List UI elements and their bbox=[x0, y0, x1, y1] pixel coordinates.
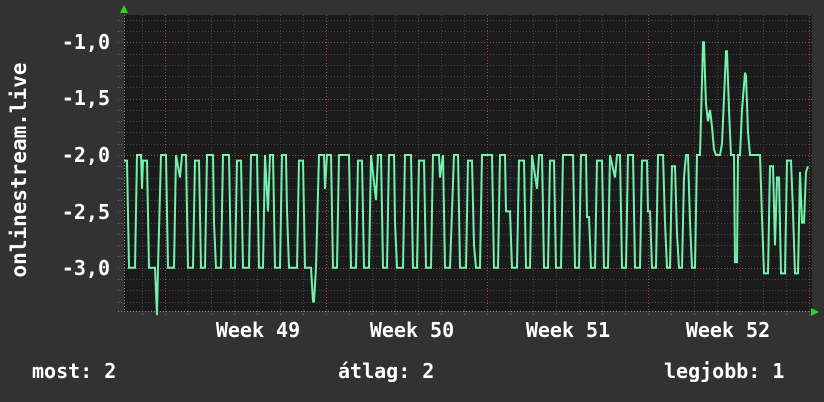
x-tick-label-week50: Week 50 bbox=[369, 318, 455, 342]
y-tick-label: -2,0 bbox=[61, 143, 110, 167]
y-tick-label: -1,5 bbox=[61, 86, 110, 110]
stat-average: átlag: 2 bbox=[338, 359, 435, 383]
x-tick-label-week52: Week 52 bbox=[685, 318, 771, 342]
y-tick-label: -3,0 bbox=[61, 256, 110, 280]
y-axis-arrow-icon bbox=[120, 5, 128, 13]
x-axis-arrow-icon bbox=[811, 308, 819, 316]
graph-page: { "page": {"background": "#323232", "can… bbox=[0, 0, 824, 402]
y-tick-label: -2,5 bbox=[61, 200, 110, 224]
service-title-vertical: onlinestream.live bbox=[7, 62, 31, 278]
stat-best: legjobb: 1 bbox=[664, 359, 785, 383]
x-tick-label-week49: Week 49 bbox=[215, 318, 301, 342]
y-tick-label: -1,0 bbox=[61, 30, 110, 54]
x-tick-label-week51: Week 51 bbox=[525, 318, 611, 342]
stat-current: most: 2 bbox=[32, 359, 117, 383]
